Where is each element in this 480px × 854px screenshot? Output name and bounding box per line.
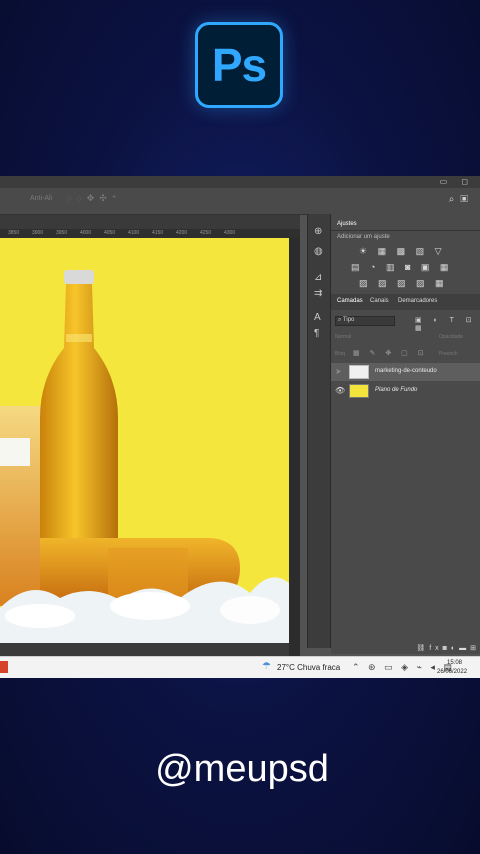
document-tabs[interactable] <box>0 215 300 229</box>
title-bar: ▭ ◻ <box>0 176 480 188</box>
adjustment-icon[interactable]: ◐ <box>451 645 459 652</box>
ruler-tick: 4150 <box>152 230 164 236</box>
fill-label: Preench <box>439 351 458 357</box>
clock-time[interactable]: 15:08 <box>447 660 462 666</box>
windows-taskbar: ☂ 27°C Chuva fraca ⌃ ⊛ ▭ ◈ ⌁ ◂ ▤ 15:08 2… <box>0 656 480 678</box>
caption-handle: @meupsd <box>155 748 329 790</box>
ruler-tick: 4000 <box>80 230 92 236</box>
layer-thumbnail <box>349 365 369 379</box>
ruler-tick: 4100 <box>128 230 140 236</box>
photoshop-logo: Ps <box>195 22 283 108</box>
eye-icon[interactable]: 👁 <box>335 386 345 395</box>
opacity-label: Opacidade <box>439 334 464 340</box>
ruler-tick: 4200 <box>176 230 188 236</box>
folder-icon[interactable]: ▬ <box>459 645 470 652</box>
layers-bottom-bar: ⛓fx◙◐▬⊞ <box>331 644 480 654</box>
ruler-tick: 3850 <box>8 230 20 236</box>
logo-text: Ps <box>211 39 267 91</box>
paragraph-icon[interactable]: ¶ <box>314 328 319 339</box>
layers-tabs: Camadas Canais Demarcadores <box>331 294 480 310</box>
beer-illustration <box>0 238 289 643</box>
align-icons[interactable]: ◌◌✥✣⁺ <box>66 193 122 204</box>
ruler-tick: 3950 <box>56 230 68 236</box>
ruler-tick: 3900 <box>32 230 44 236</box>
weather-icon[interactable]: ☂ <box>262 661 271 672</box>
adjustment-icons-row-1[interactable]: ☀ ▦ ▩ ▧ ▽ <box>359 246 446 257</box>
lock-icons[interactable]: ▦ ✎ ✥ ▢ ⊡ <box>353 349 428 357</box>
layer-thumbnail <box>349 384 369 398</box>
tab-layers[interactable]: Camadas <box>337 298 363 304</box>
clock-date[interactable]: 26/06/2022 <box>437 669 467 675</box>
cursor-icon: ➤ <box>335 367 342 376</box>
ruler-tick: 4250 <box>200 230 212 236</box>
options-right-icons[interactable]: ⌕▣ <box>449 194 474 205</box>
history-brush-icon[interactable]: ⊕ <box>314 226 322 237</box>
fx-icon[interactable]: fx <box>429 645 442 652</box>
layer-name[interactable]: marketing-de-conteudo <box>375 368 437 374</box>
workspace-icon[interactable]: ▣ <box>460 194 474 205</box>
new-layer-icon[interactable]: ⊞ <box>470 645 480 652</box>
tools-column: ⊕ ◍ ⊿ ⇉ A ¶ <box>307 214 331 648</box>
character-icon[interactable]: A <box>314 312 321 323</box>
layer-row[interactable]: 👁 Plano de Fundo <box>331 382 480 400</box>
window-controls[interactable]: ▭ ◻ <box>440 177 474 186</box>
color-icon[interactable]: ◍ <box>314 246 323 257</box>
right-panel: Ajustes Adicionar um ajuste ☀ ▦ ▩ ▧ ▽ ▤ … <box>331 214 480 654</box>
layer-name[interactable]: Plano de Fundo <box>375 387 417 393</box>
adjustment-icons-row-2[interactable]: ▤ ◔ ▥ ◙ ▣ ▦ <box>351 262 452 273</box>
canvas-area[interactable] <box>0 238 300 656</box>
taskbar-app-icon[interactable] <box>0 661 8 673</box>
layer-filter-dropdown[interactable]: ⌕ Tipo <box>335 316 395 326</box>
brush-settings-icon[interactable]: ⊿ <box>314 272 322 283</box>
lock-label: Bloq <box>335 351 346 357</box>
anti-alias-option[interactable]: Anti-Ali <box>30 195 52 202</box>
photoshop-window: ▭ ◻ Anti-Ali ◌◌✥✣⁺ ⌕▣ 3850 3900 3950 400… <box>0 176 480 678</box>
layer-row[interactable]: ➤ marketing-de-conteudo <box>331 363 480 381</box>
beer-image-canvas[interactable] <box>0 238 289 643</box>
adjustment-icons-row-3[interactable]: ▨ ▨ ▨ ▨ ▦ <box>359 278 448 289</box>
filter-label: Tipo <box>342 317 355 323</box>
divider <box>331 230 480 231</box>
search-icon[interactable]: ⌕ <box>449 194 461 205</box>
link-icon[interactable]: ⛓ <box>416 645 429 652</box>
tab-adjustments[interactable]: Ajustes <box>337 221 357 227</box>
ruler-tick: 4300 <box>224 230 236 236</box>
vertical-scrollbar[interactable] <box>289 238 300 656</box>
ruler-tick: 4050 <box>104 230 116 236</box>
tab-paths[interactable]: Demarcadores <box>398 298 437 304</box>
horizontal-ruler: 3850 3900 3950 4000 4050 4100 4150 4200 … <box>0 229 300 238</box>
adjustments-subtitle: Adicionar um ajuste <box>337 234 390 240</box>
weather-text[interactable]: 27°C Chuva fraca <box>277 663 340 672</box>
options-bar: Anti-Ali ◌◌✥✣⁺ ⌕▣ <box>0 188 480 215</box>
filter-icons[interactable]: ▣ ◐ T ⊡ ▦ <box>415 316 480 332</box>
mask-icon[interactable]: ◙ <box>443 645 451 652</box>
tab-channels[interactable]: Canais <box>370 298 389 304</box>
blend-mode[interactable]: Normal <box>335 334 351 340</box>
adjust-icon[interactable]: ⇉ <box>314 288 322 299</box>
